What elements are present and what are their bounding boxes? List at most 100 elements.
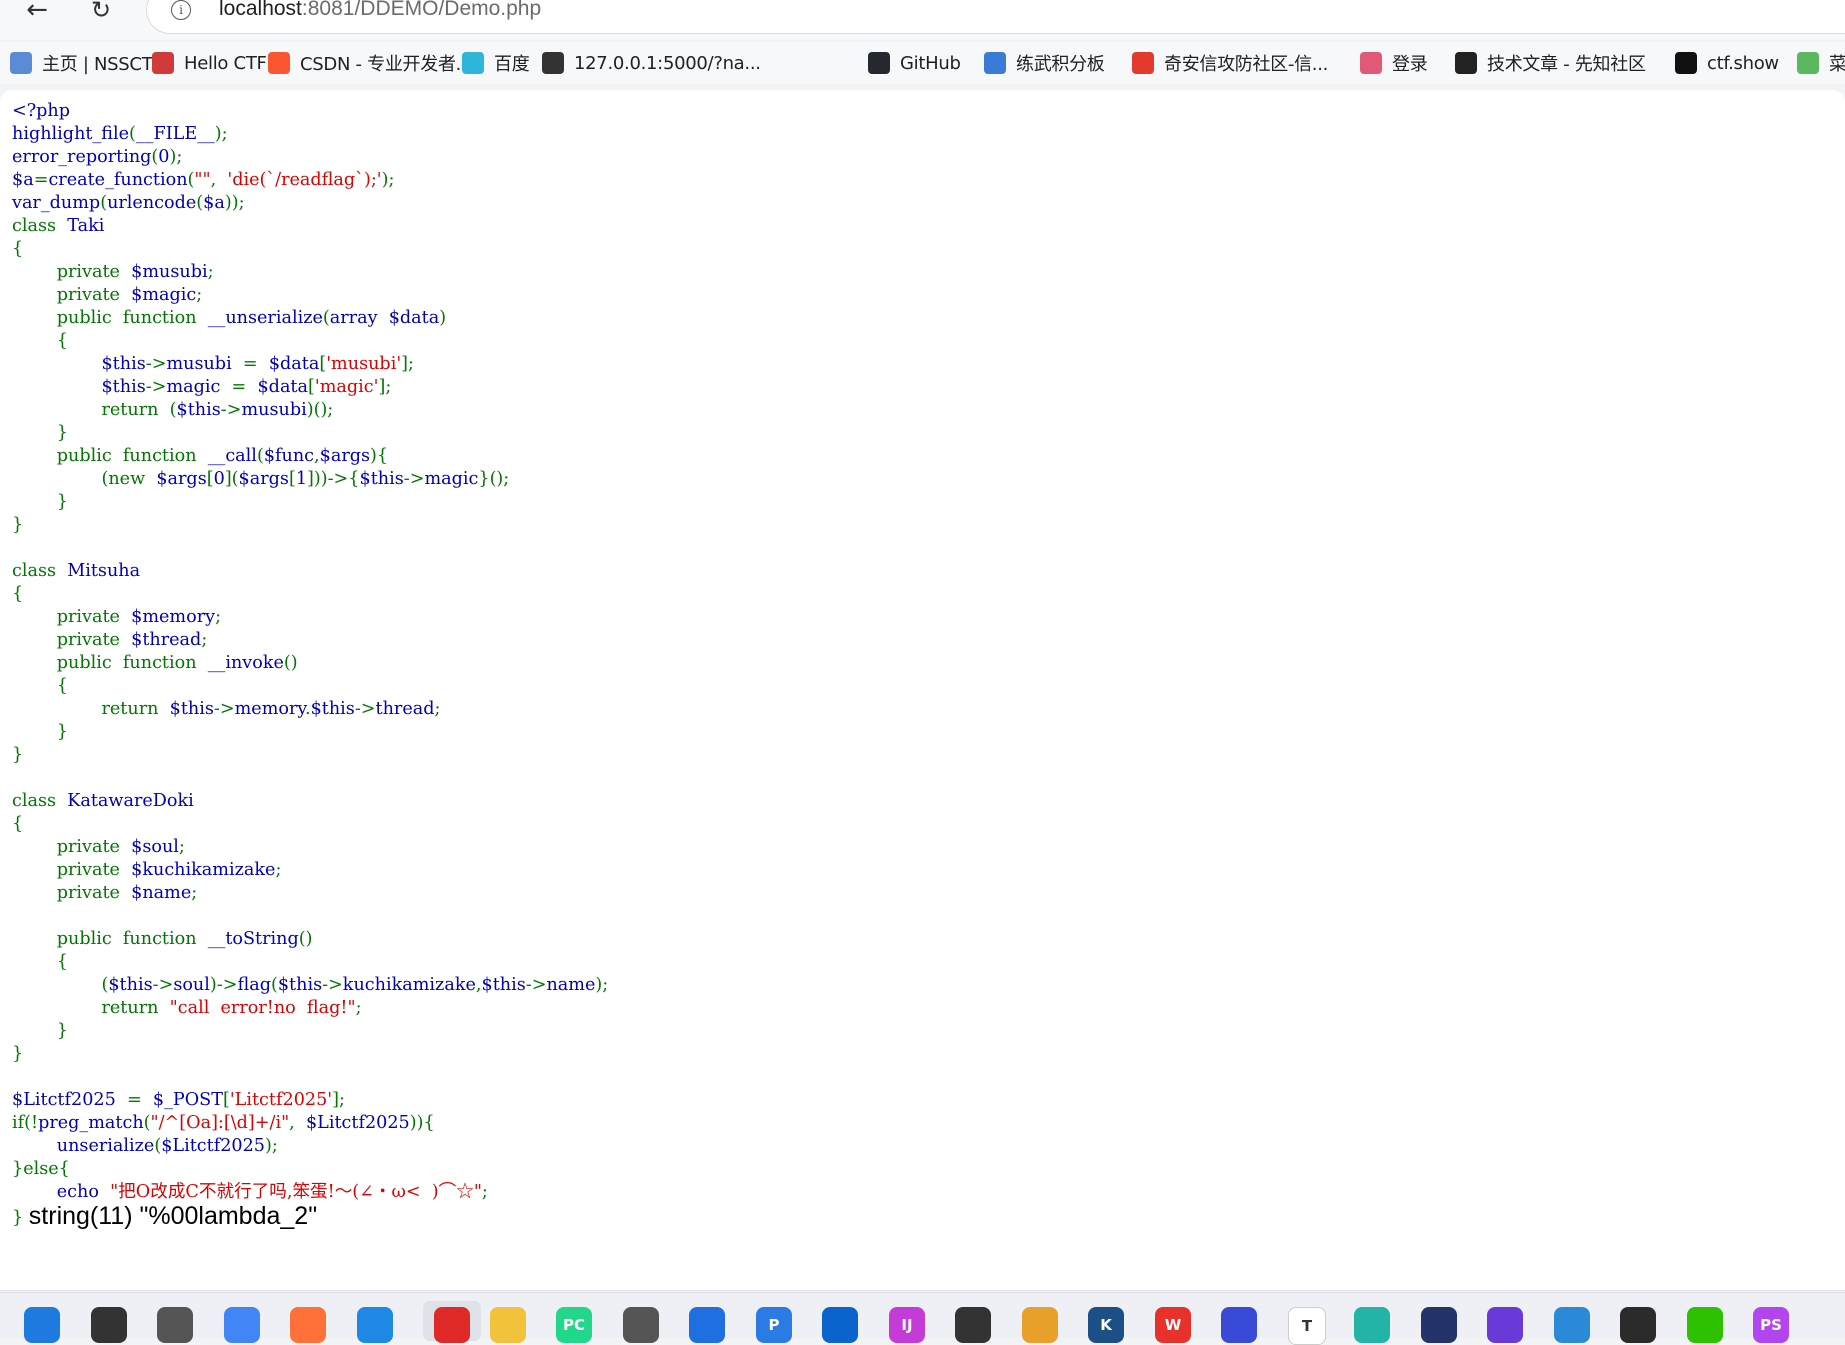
bookmark-qianxin[interactable]: 奇安信攻防社区-信... <box>1132 50 1328 76</box>
code-token: ; <box>178 837 185 857</box>
code-token: ( <box>270 975 278 995</box>
code-token: } <box>12 515 24 535</box>
taskbar-feishu[interactable] <box>689 1307 725 1343</box>
code-token: ( <box>256 446 264 466</box>
taskbar-netease-music[interactable] <box>423 1301 481 1343</box>
code-token: () <box>283 653 298 673</box>
code-line: } <box>12 491 608 514</box>
taskbar-burp[interactable] <box>623 1307 659 1343</box>
reload-icon[interactable]: ↻ <box>84 0 118 24</box>
bookmark-ctfshow[interactable]: ctf.show <box>1675 50 1779 76</box>
code-token: $kuchikamizake <box>131 860 276 880</box>
code-token: __unserialize <box>207 308 323 328</box>
bookmark-label: GitHub <box>900 52 961 74</box>
globe-icon <box>542 52 564 74</box>
bookmark-baidu[interactable]: 百度 <box>462 50 530 76</box>
bolt-app-icon <box>1487 1307 1523 1343</box>
taskbar-vscode[interactable] <box>357 1307 393 1343</box>
taskbar-bolt-app[interactable] <box>1487 1307 1523 1343</box>
back-arrow-icon[interactable]: ← <box>20 0 54 24</box>
site-info-icon[interactable]: i <box>171 0 191 20</box>
taskbar-search[interactable] <box>91 1307 127 1343</box>
code-token: -> <box>145 377 167 397</box>
taskbar-phpstorm[interactable]: PS <box>1753 1307 1789 1343</box>
bookmark-label: CSDN - 专业开发者... <box>300 54 472 75</box>
code-token: 'die(`/readflag`);' <box>227 170 382 190</box>
taskbar-task-view[interactable] <box>157 1307 193 1343</box>
taskbar-wechat[interactable] <box>1687 1307 1723 1343</box>
code-token: } <box>12 722 68 742</box>
chrome-icon <box>224 1307 260 1343</box>
code-line: { <box>12 951 608 974</box>
code-token: [ <box>222 1090 230 1110</box>
bookmark-login[interactable]: 登录 <box>1360 50 1428 76</box>
code-token: 0 <box>213 469 225 489</box>
code-token: return <box>12 699 170 719</box>
code-token: ; <box>207 262 214 282</box>
code-token: musubi <box>166 354 243 374</box>
bookmark-xianzhi[interactable]: 技术文章 - 先知社区 <box>1455 50 1646 76</box>
bookmark-label: 练武积分板 <box>1016 54 1105 75</box>
taskbar-firefox[interactable] <box>290 1307 326 1343</box>
taskbar-vmware[interactable] <box>1554 1307 1590 1343</box>
taskbar-intellij[interactable]: IJ <box>889 1307 925 1343</box>
code-token: $soul <box>131 837 179 857</box>
taskbar-wireshark[interactable] <box>1022 1307 1058 1343</box>
code-token: $Litctf2025 <box>305 1113 410 1133</box>
taskbar-file-explorer[interactable] <box>490 1307 526 1343</box>
bookmark-scoreboard[interactable]: 练武积分板 <box>984 50 1105 76</box>
code-token: highlight_file <box>12 124 130 144</box>
taskbar-edge[interactable] <box>1354 1307 1390 1343</box>
windows-taskbar: PC P IJ K W T PS <box>0 1292 1845 1345</box>
hello-ctf-icon <box>152 52 174 74</box>
code-token: __call <box>207 446 257 466</box>
code-line: unserialize($Litctf2025); <box>12 1135 608 1158</box>
code-token: ( <box>12 975 109 995</box>
code-token: ); <box>265 1136 278 1156</box>
edge-icon <box>1354 1307 1390 1343</box>
bookmark-globe[interactable]: 127.0.0.1:5000/?na... <box>542 50 761 76</box>
code-token: memory <box>234 699 305 719</box>
qianxin-icon <box>1132 52 1154 74</box>
code-token: urlencode <box>107 193 197 213</box>
taskbar-headphones[interactable] <box>1221 1307 1257 1343</box>
taskbar-windows-start[interactable] <box>24 1307 60 1343</box>
taskbar-wps[interactable]: W <box>1155 1307 1191 1343</box>
taskbar-chrome[interactable] <box>224 1307 260 1343</box>
bookmark-nssctf[interactable]: 主页 | NSSCTF <box>10 50 163 76</box>
code-line: } string(11) "%00lambda_2" <box>12 1204 608 1229</box>
code-line: var_dump(urlencode($a)); <box>12 192 608 215</box>
taskbar-cat[interactable] <box>1421 1307 1457 1343</box>
code-token: , <box>210 170 228 190</box>
bookmark-runoob[interactable]: 菜 <box>1797 50 1845 76</box>
code-token: public function <box>12 929 208 949</box>
taskbar-k-app[interactable]: K <box>1088 1307 1124 1343</box>
bookmark-csdn[interactable]: CSDN - 专业开发者... <box>268 50 472 76</box>
code-token: $magic <box>131 285 197 305</box>
bookmark-hello-ctf[interactable]: Hello CTF <box>152 50 267 76</box>
taskbar-edge-blue[interactable] <box>822 1307 858 1343</box>
code-token: ; <box>191 883 198 903</box>
code-token: public function <box>12 653 208 673</box>
code-line: highlight_file(__FILE__); <box>12 123 608 146</box>
bookmark-label: 主页 | NSSCTF <box>42 54 163 75</box>
code-token: $this <box>359 469 404 489</box>
code-token: -> <box>354 699 376 719</box>
code-line: { <box>12 583 608 606</box>
taskbar-penguin[interactable] <box>955 1307 991 1343</box>
code-line: return ($this->musubi)(); <box>12 399 608 422</box>
bookmark-github[interactable]: GitHub <box>868 50 961 76</box>
taskbar-pycharm[interactable]: PC <box>556 1307 592 1343</box>
code-token: -> <box>403 469 425 489</box>
url-text[interactable]: localhost:8081/DDEMO/Demo.php <box>219 0 541 21</box>
code-line: } <box>12 721 608 744</box>
taskbar-p-app[interactable]: P <box>756 1307 792 1343</box>
taskbar-terminal[interactable] <box>1620 1307 1656 1343</box>
address-bar[interactable]: i localhost:8081/DDEMO/Demo.php <box>146 0 1845 34</box>
taskbar-typora[interactable]: T <box>1288 1307 1326 1345</box>
csdn-icon <box>268 52 290 74</box>
login-icon <box>1360 52 1382 74</box>
wps-icon: W <box>1155 1307 1191 1343</box>
code-line: return $this->memory.$this->thread; <box>12 698 608 721</box>
code-token: $args <box>238 469 289 489</box>
